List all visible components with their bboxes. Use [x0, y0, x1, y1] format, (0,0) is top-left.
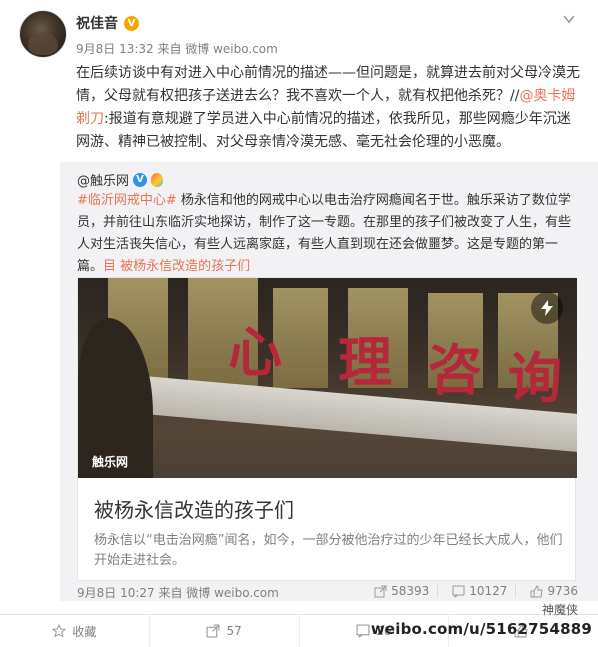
post-text-part1: 在后续访谈中有对进入中心前情况的描述——但问题是，就算进去前对父母冷漠无情，父母… — [76, 65, 580, 104]
repost-stats: 58393 10127 9736 — [374, 584, 578, 598]
repost-author: @触乐网 V — [77, 170, 164, 189]
repost-button-count: 57 — [226, 624, 242, 638]
share-icon — [207, 624, 220, 638]
article-link[interactable]: 目 被杨永信改造的孩子们 — [103, 259, 250, 274]
like-count-stat[interactable]: 9736 — [530, 584, 578, 598]
weibo-post: 祝佳音 V 9月8日 13:32 来自 微博 weibo.com 在后续访谈中有… — [0, 0, 598, 647]
avatar[interactable] — [19, 10, 67, 58]
thumbs-up-icon — [530, 584, 544, 597]
balloon-icon — [151, 172, 164, 187]
article-cover-image[interactable]: 心 理 咨 询 触乐网 — [78, 278, 577, 478]
comment-count-stat[interactable]: 10127 — [452, 584, 517, 598]
sign-char: 心 — [228, 320, 282, 384]
article-card[interactable]: 心 理 咨 询 触乐网 被杨永信改造的孩子们 杨永信以“电击治网瘾”闻名，如今，… — [77, 277, 577, 581]
author-name[interactable]: 祝佳音 — [76, 13, 118, 33]
repost-author-name[interactable]: @触乐网 — [77, 170, 129, 189]
post-author: 祝佳音 V — [76, 13, 139, 33]
verified-badge-icon: V — [124, 15, 139, 31]
flash-icon[interactable] — [531, 292, 563, 324]
favorite-label: 收藏 — [72, 624, 97, 639]
divider — [437, 585, 439, 597]
repost-text: #临沂网戒中心# 杨永信和他的网戒中心以电击治疗网瘾闻名于世。触乐采访了数位学员… — [77, 190, 582, 278]
post-text-part2: :报道有意规避了学员进入中心前情况的描述，依我所见，那些网瘾少年沉迷网游、精神已… — [76, 111, 571, 150]
watermark-url: weibo.com/u/5162754889 — [370, 620, 592, 638]
comment-count: 10127 — [469, 584, 508, 598]
star-icon — [52, 624, 67, 638]
sign-char: 咨 — [428, 338, 482, 402]
post-meta: 9月8日 13:32 来自 微博 weibo.com — [76, 42, 278, 56]
blue-verified-icon: V — [133, 172, 148, 187]
repost-count-stat[interactable]: 58393 — [374, 584, 439, 598]
repost-button[interactable]: 57 — [150, 615, 300, 647]
sign-char: 理 — [338, 330, 392, 394]
like-count: 9736 — [547, 584, 578, 598]
repost-box: @触乐网 V #临沂网戒中心# 杨永信和他的网戒中心以电击治疗网瘾闻名于世。触乐… — [60, 162, 598, 601]
sign-char: 询 — [508, 346, 562, 410]
repost-count: 58393 — [391, 584, 430, 598]
share-icon — [374, 585, 387, 597]
cover-brand: 触乐网 — [92, 455, 129, 469]
divider — [515, 585, 517, 597]
article-desc: 杨永信以“电击治网瘾”闻名，如今，一部分被他治疗过的少年已经长大成人，他们开始走… — [94, 533, 563, 568]
comment-icon — [356, 624, 370, 638]
article-title[interactable]: 被杨永信改造的孩子们 — [94, 494, 294, 523]
hashtag-link[interactable]: #临沂网戒中心# — [77, 193, 177, 208]
chevron-down-icon[interactable] — [562, 12, 576, 26]
repost-time: 9月8日 10:27 来自 微博 weibo.com — [77, 586, 279, 600]
watermark-name: 神魔侠 — [541, 603, 578, 617]
post-text: 在后续访谈中有对进入中心前情况的描述——但问题是，就算进去前对父母冷漠无情，父母… — [76, 62, 581, 154]
favorite-button[interactable]: 收藏 — [0, 615, 150, 647]
comment-icon — [452, 585, 465, 598]
